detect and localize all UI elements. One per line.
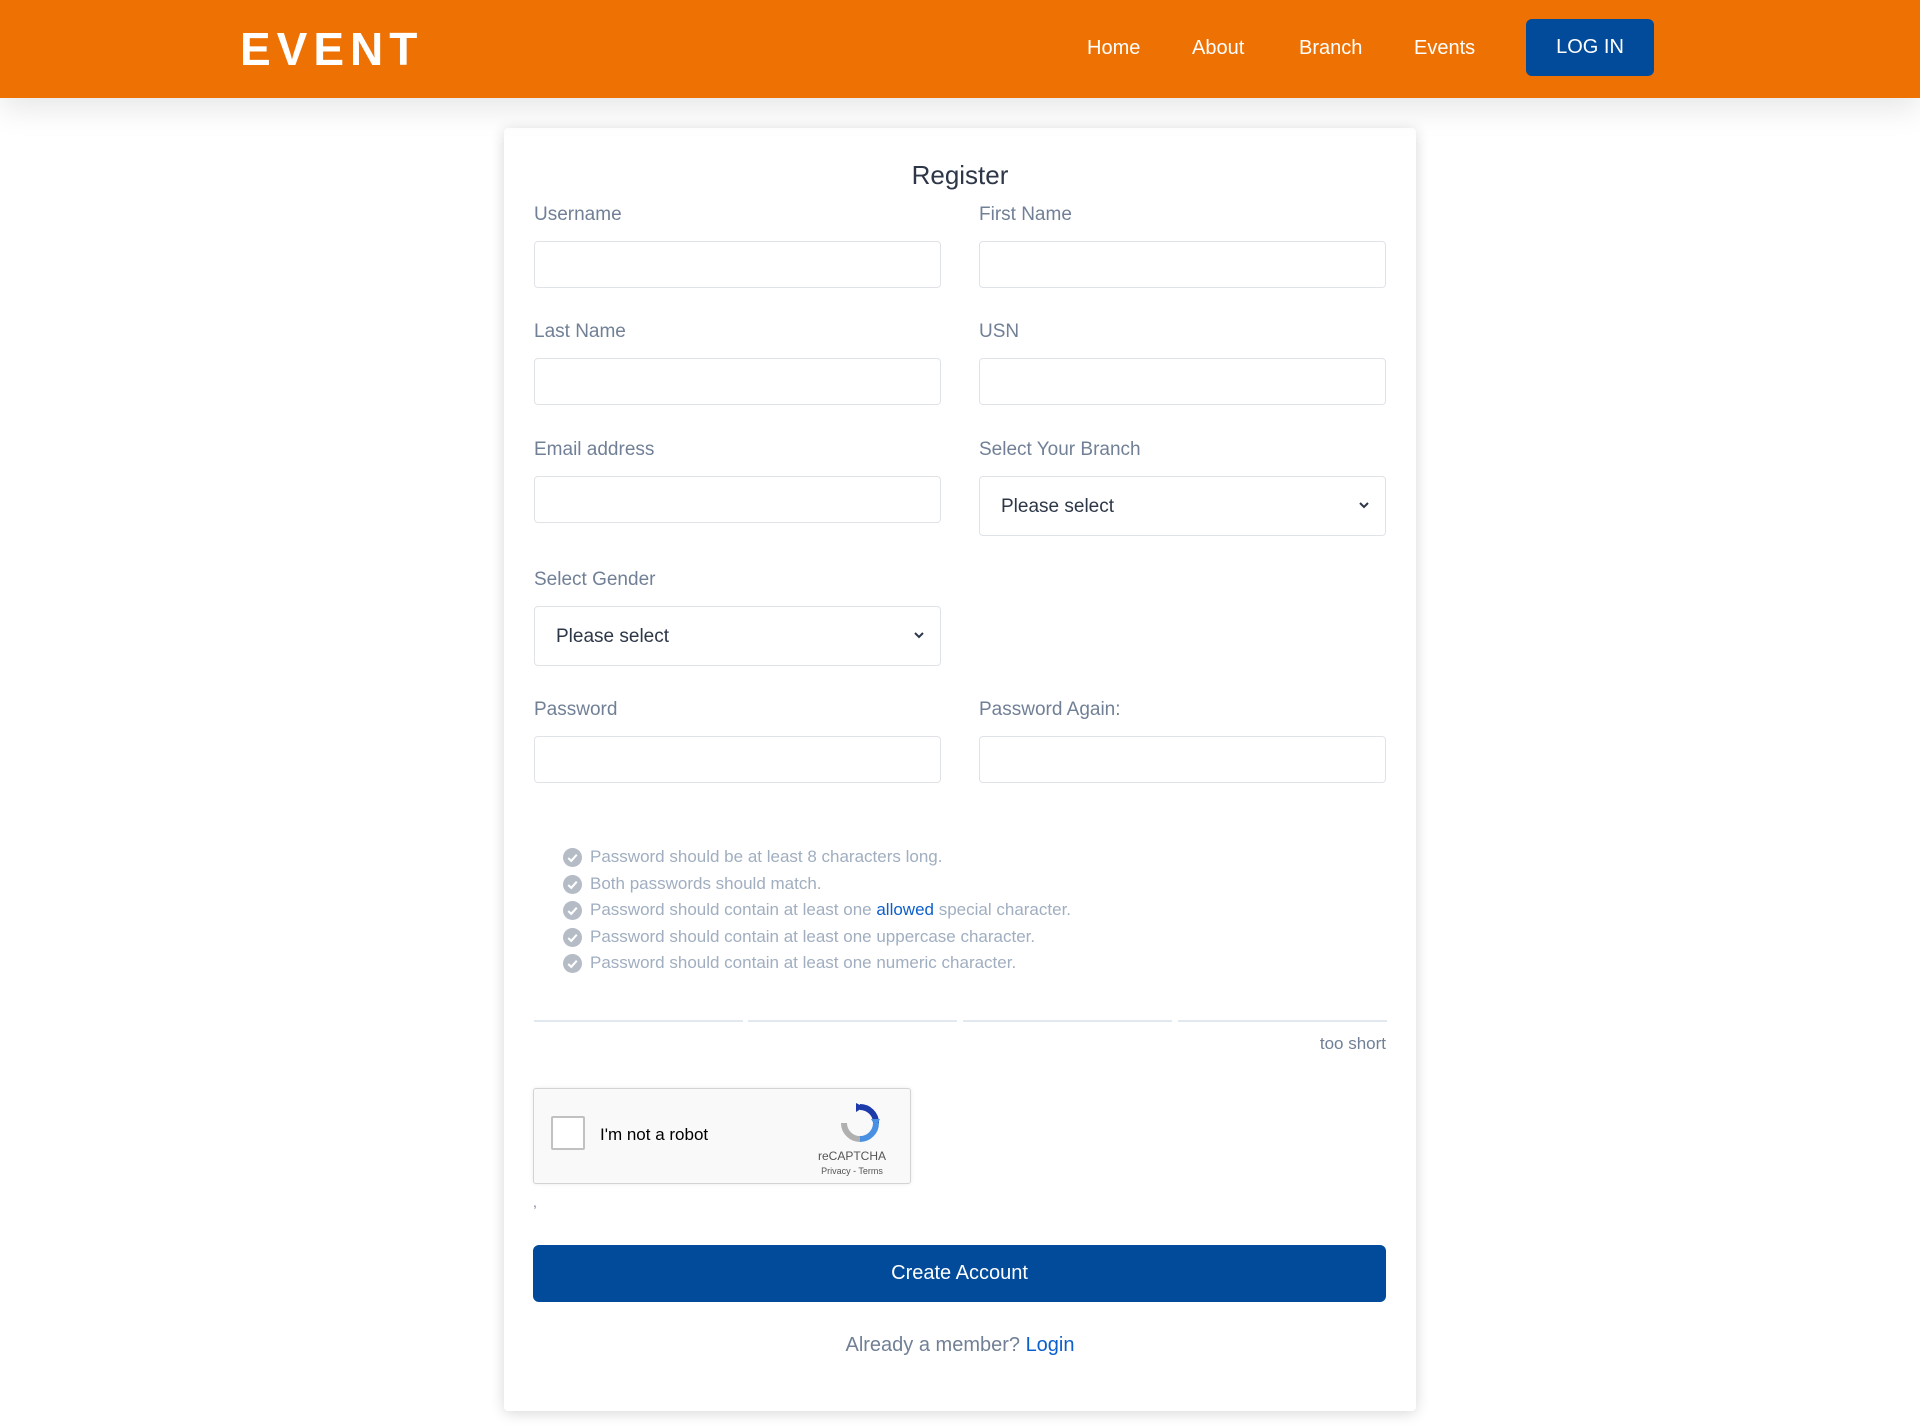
rule-text: Both passwords should match. [590,873,822,893]
password-again-label: Password Again: [979,699,1121,720]
strength-bar-segment [534,1020,743,1022]
username-input[interactable] [534,241,941,288]
rule-text: Password should contain at least one num… [590,953,1017,972]
navbar: EVENT Home About Branch Events LOG IN [0,0,1920,98]
nav-branch[interactable]: Branch [1299,37,1362,60]
gender-select[interactable]: Please select [534,606,941,666]
recaptcha-terms[interactable]: Privacy - Terms [802,1166,902,1176]
login-button[interactable]: LOG IN [1526,19,1654,76]
check-circle-icon [563,927,582,947]
chevron-down-icon [914,632,924,639]
register-card: Register Username First Name Last Name U… [504,128,1416,1411]
recaptcha-checkbox[interactable] [551,1116,585,1150]
recaptcha-label: I'm not a robot [600,1125,709,1144]
branch-select-value: Please select [1001,496,1115,517]
strength-bar-segment [748,1020,957,1022]
rule-item: Password should contain at least one upp… [563,926,1263,948]
username-label: Username [534,204,622,225]
nav-about[interactable]: About [1192,37,1244,60]
first-name-input[interactable] [979,241,1386,288]
nav-home[interactable]: Home [1087,37,1140,60]
first-name-label: First Name [979,204,1072,225]
password-again-input[interactable] [979,736,1386,783]
brand-logo[interactable]: EVENT [240,22,423,76]
create-account-button[interactable]: Create Account [533,1245,1386,1302]
branch-select[interactable]: Please select [979,476,1386,536]
last-name-label: Last Name [534,321,626,342]
strength-bar-segment [1178,1020,1387,1022]
check-circle-icon [563,874,582,894]
branch-label: Select Your Branch [979,439,1141,460]
login-link[interactable]: Login [1026,1334,1075,1356]
check-circle-icon [563,954,582,973]
last-name-input[interactable] [534,358,941,405]
password-strength-text: too short [1319,1034,1386,1053]
allowed-characters-link[interactable]: allowed [876,900,934,919]
rule-text: Password should contain at least one [590,900,877,919]
chevron-down-icon [1359,502,1369,509]
rule-item: Password should be at least 8 characters… [563,846,1263,868]
strength-bar-segment [963,1020,1172,1022]
recaptcha-logo-icon [841,1103,880,1142]
email-input[interactable] [534,476,941,523]
password-input[interactable] [534,736,941,783]
gender-label: Select Gender [534,569,656,590]
usn-input[interactable] [979,358,1386,405]
stray-character: , [533,1194,537,1210]
rule-item: Password should contain at least one num… [563,952,1263,974]
page-title: Register [911,160,1009,190]
member-text: Already a member? [845,1334,1026,1356]
rule-text: Password should contain at least one upp… [590,926,1036,946]
nav-events[interactable]: Events [1414,37,1475,60]
gender-select-value: Please select [556,626,670,647]
rule-item: Both passwords should match. [563,873,1263,895]
recaptcha-brand: reCAPTCHA [817,1149,886,1163]
check-circle-icon [563,848,582,867]
check-circle-icon [563,901,582,920]
email-label: Email address [534,439,655,460]
password-label: Password [534,699,618,720]
rule-text: Password should be at least 8 characters… [590,847,943,866]
recaptcha-widget: I'm not a robot reCAPTCHA Privacy - Term… [533,1088,911,1184]
usn-label: USN [979,321,1020,342]
login-prompt: Already a member? Login [504,1334,1416,1357]
rule-item: Password should contain at least one all… [563,899,1263,921]
rule-text: special character. [934,900,1072,919]
